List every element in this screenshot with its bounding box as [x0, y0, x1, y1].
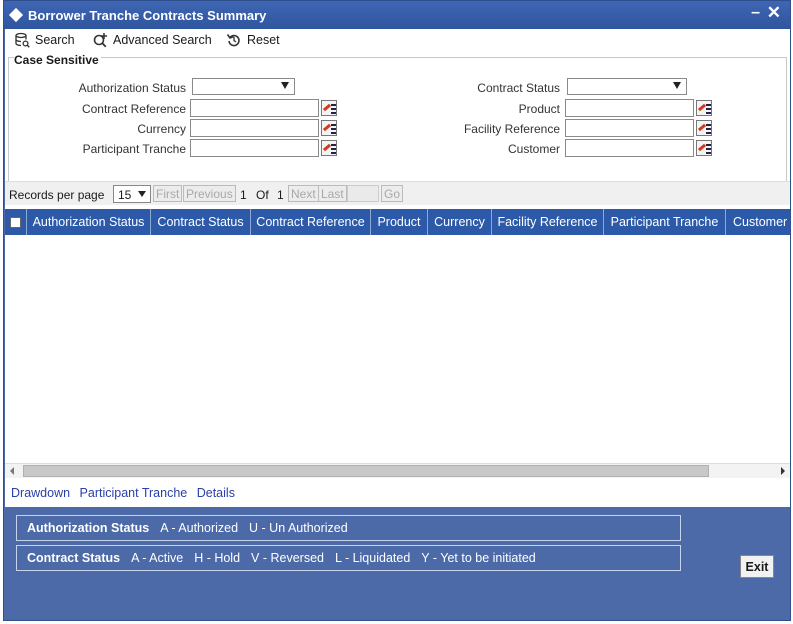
chevron-down-icon — [673, 82, 681, 89]
previous-page-button[interactable]: Previous — [183, 185, 236, 202]
current-page: 1 — [240, 188, 247, 202]
facility-reference-lov-icon[interactable] — [696, 120, 712, 136]
page-number-input[interactable] — [347, 185, 379, 202]
records-per-page-select[interactable]: 15 — [113, 185, 151, 203]
advanced-search-icon — [91, 32, 109, 48]
contract-reference-input[interactable] — [190, 99, 319, 117]
legend-value: L - Liquidated — [334, 551, 411, 565]
exit-button[interactable]: Exit — [740, 555, 774, 578]
advanced-search-button-label: Advanced Search — [113, 33, 212, 47]
total-pages: 1 — [277, 188, 284, 202]
authorization-status-label: Authorization Status — [78, 81, 186, 95]
participant-tranche-input[interactable] — [190, 139, 319, 157]
contract-status-select[interactable] — [567, 78, 687, 95]
pagination-bar: Records per page 15 First Previous 1 Of … — [5, 181, 790, 205]
column-header-currency[interactable]: Currency — [428, 209, 492, 235]
facility-reference-label: Facility Reference — [463, 122, 560, 136]
of-label: Of — [256, 188, 269, 202]
contract-reference-lov-icon[interactable] — [321, 100, 337, 116]
legend-value: U - Un Authorized — [249, 521, 348, 535]
column-header-contract-reference[interactable]: Contract Reference — [251, 209, 371, 235]
records-per-page-value: 15 — [118, 188, 132, 202]
facility-reference-input[interactable] — [565, 119, 694, 137]
action-links: Drawdown Participant Tranche Details — [11, 486, 241, 500]
scroll-right-icon[interactable] — [781, 467, 785, 475]
title-bar: Borrower Tranche Contracts Summary – ✕ — [4, 1, 790, 29]
grid-header: Authorization Status Contract Status Con… — [5, 209, 790, 235]
contract-status-legend: Contract Status A - Active H - Hold V - … — [16, 545, 681, 571]
customer-label: Customer — [507, 142, 560, 156]
contract-reference-label: Contract Reference — [81, 102, 186, 116]
legend-value: A - Active — [131, 551, 184, 565]
column-header-contract-status[interactable]: Contract Status — [151, 209, 251, 235]
reset-button[interactable]: Reset — [225, 31, 280, 49]
customer-input[interactable] — [565, 139, 694, 157]
authorization-status-select[interactable] — [192, 78, 295, 95]
legend-value: H - Hold — [194, 551, 241, 565]
currency-lov-icon[interactable] — [321, 120, 337, 136]
authorization-status-legend: Authorization Status A - Authorized U - … — [16, 515, 681, 541]
participant-tranche-lov-icon[interactable] — [321, 140, 337, 156]
column-header-product[interactable]: Product — [371, 209, 428, 235]
go-button[interactable]: Go — [381, 185, 404, 202]
participant-tranche-link[interactable]: Participant Tranche — [80, 486, 188, 500]
toolbar: Search Advanced Search Reset — [5, 29, 790, 51]
legend-key: Authorization Status — [27, 521, 150, 535]
database-search-icon — [13, 32, 31, 48]
advanced-search-button[interactable]: Advanced Search — [91, 31, 212, 49]
select-all-checkbox[interactable] — [5, 209, 27, 235]
product-input[interactable] — [565, 99, 694, 117]
column-header-authorization-status[interactable]: Authorization Status — [27, 209, 151, 235]
contract-status-label: Contract Status — [477, 81, 560, 95]
reset-icon — [225, 32, 243, 48]
window-title: Borrower Tranche Contracts Summary — [28, 8, 267, 23]
chevron-down-icon — [281, 82, 289, 89]
product-label: Product — [518, 102, 560, 116]
customer-lov-icon[interactable] — [696, 140, 712, 156]
details-link[interactable]: Details — [197, 486, 235, 500]
results-grid-body — [5, 235, 790, 464]
chevron-down-icon — [138, 191, 146, 197]
currency-input[interactable] — [190, 119, 319, 137]
scroll-left-icon[interactable] — [10, 467, 14, 475]
drawdown-link[interactable]: Drawdown — [11, 486, 70, 500]
search-button[interactable]: Search — [13, 31, 75, 49]
column-header-facility-reference[interactable]: Facility Reference — [492, 209, 604, 235]
horizontal-scrollbar[interactable] — [5, 464, 790, 478]
currency-label: Currency — [137, 122, 186, 136]
close-button[interactable]: ✕ — [767, 3, 781, 23]
scrollbar-thumb[interactable] — [23, 465, 709, 477]
product-lov-icon[interactable] — [696, 100, 712, 116]
legend-value: V - Reversed — [251, 551, 324, 565]
legend-key: Contract Status — [27, 551, 121, 565]
column-header-customer[interactable]: Customer — [726, 209, 790, 235]
participant-tranche-label: Participant Tranche — [82, 142, 186, 156]
search-button-label: Search — [35, 33, 75, 47]
records-per-page-label: Records per page — [9, 188, 105, 202]
legend-value: Y - Yet to be initiated — [421, 551, 536, 565]
case-sensitive-legend: Case Sensitive — [14, 53, 101, 67]
reset-button-label: Reset — [247, 33, 280, 47]
column-header-participant-tranche[interactable]: Participant Tranche — [604, 209, 726, 235]
last-page-button[interactable]: Last — [318, 185, 347, 202]
first-page-button[interactable]: First — [153, 185, 183, 202]
content-area: Search Advanced Search Reset Case Sensit… — [5, 29, 790, 507]
minimize-button[interactable]: – — [751, 4, 760, 22]
diamond-icon — [8, 7, 24, 23]
next-page-button[interactable]: Next — [288, 185, 319, 202]
legend-value: A - Authorized — [160, 521, 239, 535]
summary-window: Borrower Tranche Contracts Summary – ✕ S… — [3, 0, 791, 621]
